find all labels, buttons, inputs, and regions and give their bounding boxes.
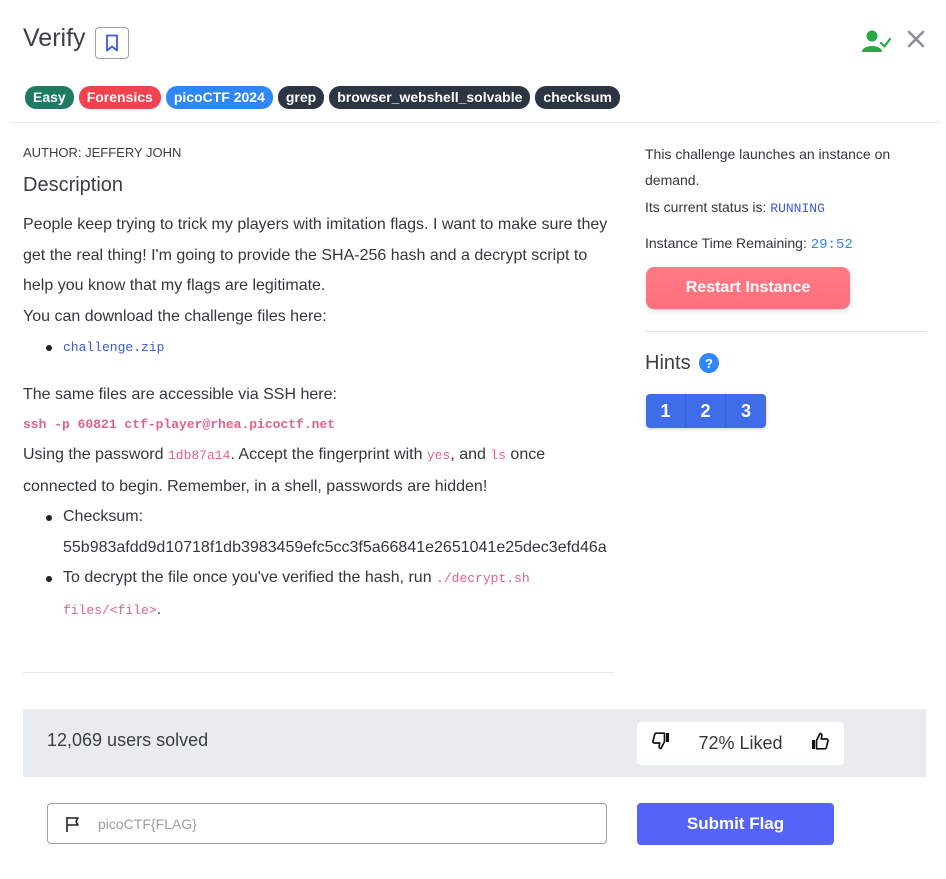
hint-button-3[interactable]: 3 xyxy=(726,394,766,428)
instance-divider xyxy=(645,331,926,332)
flag-input[interactable] xyxy=(82,804,606,843)
header-divider xyxy=(10,122,940,123)
list-item: Checksum: 55b983afdd9d10718f1db3983459ef… xyxy=(23,502,613,563)
tag-grep[interactable]: grep xyxy=(277,86,325,109)
tag-list: Easy Forensics picoCTF 2024 grep browser… xyxy=(25,86,620,109)
hint-buttons: 1 2 3 xyxy=(646,394,766,428)
tag-browser-webshell[interactable]: browser_webshell_solvable xyxy=(329,86,531,109)
password-code: 1db87a14 xyxy=(167,448,231,463)
description-body: People keep trying to trick my players w… xyxy=(23,210,613,626)
close-icon[interactable] xyxy=(905,28,927,50)
flag-icon xyxy=(64,815,82,833)
instance-launch-text: This challenge launches an instance on d… xyxy=(645,146,891,188)
instance-status: Its current status is: RUNNING xyxy=(645,195,930,221)
list-item: To decrypt the file once you've verified… xyxy=(23,563,613,626)
page-title: Verify xyxy=(23,24,86,52)
password-prefix: Using the password xyxy=(23,446,168,463)
checksum-label: Checksum: xyxy=(63,508,144,525)
yes-code: yes xyxy=(426,448,451,463)
liked-percentage: 72% Liked xyxy=(698,733,783,753)
thumbs-up-icon[interactable] xyxy=(810,731,830,756)
ssh-command: ssh -p 60821 ctf-player@rhea.picoctf.net xyxy=(23,417,336,432)
solved-count: 12,069 users solved xyxy=(47,730,209,750)
time-value: 29:52 xyxy=(810,237,853,253)
bookmark-button[interactable] xyxy=(95,27,129,59)
thumbs-down-icon[interactable] xyxy=(651,731,671,756)
hint-button-1[interactable]: 1 xyxy=(646,394,686,428)
password-mid: . Accept the fingerprint with xyxy=(230,446,427,463)
restart-instance-button[interactable]: Restart Instance xyxy=(646,267,850,309)
info-list: Checksum: 55b983afdd9d10718f1db3983459ef… xyxy=(23,502,613,626)
bookmark-icon xyxy=(106,34,118,52)
tag-checksum[interactable]: checksum xyxy=(535,86,620,109)
tag-difficulty[interactable]: Easy xyxy=(25,86,74,109)
download-list: challenge.zip xyxy=(23,332,613,364)
challenge-zip-link[interactable]: challenge.zip xyxy=(63,340,164,355)
tag-event[interactable]: picoCTF 2024 xyxy=(165,86,273,109)
password-line: Using the password 1db87a14. Accept the … xyxy=(23,440,613,502)
ls-code: ls xyxy=(490,448,506,463)
time-label: Instance Time Remaining: xyxy=(645,235,811,251)
submit-flag-button[interactable]: Submit Flag xyxy=(637,803,834,845)
tag-category[interactable]: Forensics xyxy=(78,86,161,109)
status-label: Its current status is: xyxy=(645,199,771,215)
user-check-icon[interactable] xyxy=(862,28,892,54)
decrypt-prefix: To decrypt the file once you've verified… xyxy=(63,569,437,586)
ssh-intro: The same files are accessible via SSH he… xyxy=(23,385,337,403)
like-box: 72% Liked xyxy=(637,722,844,765)
hint-button-2[interactable]: 2 xyxy=(686,394,726,428)
password-and: , and xyxy=(450,446,491,463)
help-icon[interactable]: ? xyxy=(699,353,719,373)
hints-heading: Hints xyxy=(645,352,691,374)
author-label: AUTHOR: JEFFERY JOHN xyxy=(23,145,182,160)
checksum-value: 55b983afdd9d10718f1db3983459efc5cc3f5a66… xyxy=(63,538,607,556)
description-divider xyxy=(23,672,614,673)
description-paragraph: People keep trying to trick my players w… xyxy=(23,216,608,294)
status-value: RUNNING xyxy=(770,201,825,216)
flag-input-wrapper xyxy=(47,803,607,844)
instance-timer: Instance Time Remaining: 29:52 xyxy=(645,231,930,257)
description-heading: Description xyxy=(23,174,124,196)
list-item: challenge.zip xyxy=(23,332,613,364)
decrypt-suffix: . xyxy=(156,600,162,618)
download-intro: You can download the challenge files her… xyxy=(23,307,327,325)
